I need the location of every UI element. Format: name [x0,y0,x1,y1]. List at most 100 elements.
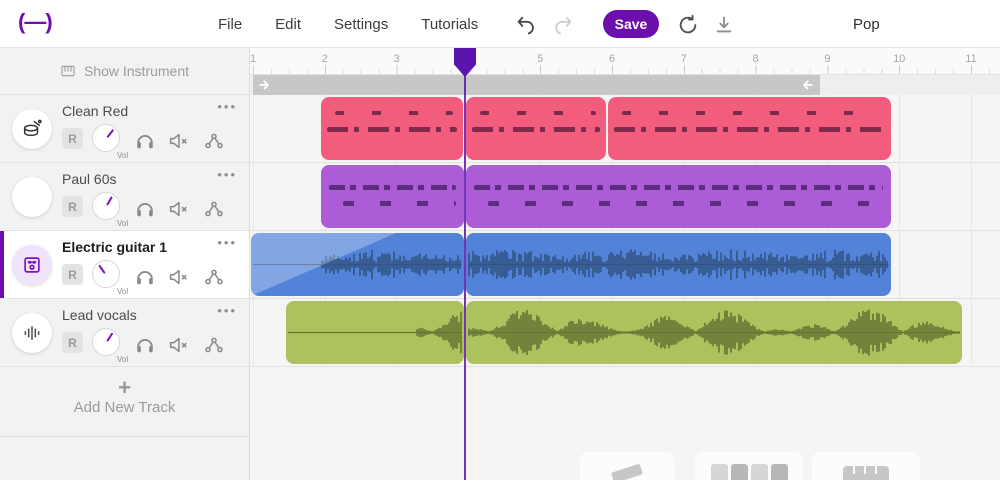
drum-pads-icon [711,464,788,480]
ruler-bar-label: 9 [824,53,830,65]
redo-icon[interactable] [552,14,574,36]
undo-icon[interactable] [515,14,537,36]
menu-edit[interactable]: Edit [275,16,301,33]
menu-tutorials[interactable]: Tutorials [421,16,478,33]
track-name[interactable]: Lead vocals [62,307,137,323]
ruler[interactable]: 1234567891011 [250,48,1000,75]
instrument-card-drum-pads[interactable] [695,452,803,480]
app-logo[interactable]: (—) [18,9,52,35]
plus-icon: + [0,367,249,399]
automation-icon[interactable] [203,198,225,220]
record-arm-button[interactable]: R [62,196,83,217]
ruler-bar-label: 2 [322,53,328,65]
midi-clip[interactable] [466,97,606,160]
piano-keyboard-icon [60,63,76,79]
add-new-track-label: Add New Track [74,399,176,416]
scroll-right-arrow-icon[interactable] [258,78,272,92]
menu-settings[interactable]: Settings [334,16,388,33]
lane-electric-guitar[interactable] [250,231,1000,299]
audio-clip[interactable] [251,233,464,296]
volume-knob[interactable] [92,124,120,152]
record-arm-button[interactable]: R [62,332,83,353]
headphones-icon[interactable] [134,198,156,220]
midi-clip[interactable] [608,97,891,160]
track-name[interactable]: Paul 60s [62,171,116,187]
version-history-icon[interactable] [677,14,699,36]
midi-clip[interactable] [321,97,463,160]
ruler-bar-label: 1 [250,53,256,65]
scroll-strip[interactable] [250,75,1000,95]
keyboard-icon [843,466,889,480]
more-options-dots[interactable]: ••• [217,99,237,114]
instrument-card-keyboard[interactable] [812,452,920,480]
audio-clip[interactable] [466,301,962,364]
timeline: 1234567891011 [250,48,1000,480]
mute-icon[interactable] [167,334,189,356]
headphones-icon[interactable] [134,266,156,288]
ruler-bar-label: 5 [537,53,543,65]
headphones-icon[interactable] [134,130,156,152]
audio-clip[interactable] [286,301,464,364]
automation-icon[interactable] [203,130,225,152]
download-icon[interactable] [713,14,735,36]
playhead-line [464,47,466,480]
workspace: 1234567891011 [0,48,1000,480]
lane-paul-60s[interactable] [250,163,1000,231]
guitar-pick-icon [611,464,643,480]
menu-file[interactable]: File [218,16,242,33]
audio-clip[interactable] [466,233,891,296]
horizontal-scrollbar[interactable] [253,75,820,95]
more-options-dots[interactable]: ••• [217,303,237,318]
midi-clip[interactable] [466,165,891,228]
midi-clip[interactable] [321,165,464,228]
ruler-bar-label: 3 [394,53,400,65]
instrument-card-guitar[interactable] [580,452,674,480]
vol-label: Vol [117,151,128,160]
automation-icon[interactable] [203,334,225,356]
more-options-dots[interactable]: ••• [217,167,237,182]
mute-icon[interactable] [167,130,189,152]
track-row-electric-guitar[interactable]: Electric guitar 1 ••• R Vol [0,231,249,299]
instrument-avatar-blank[interactable] [12,177,52,217]
automation-icon[interactable] [203,266,225,288]
add-new-track-button[interactable]: + Add New Track [0,367,249,437]
more-options-dots[interactable]: ••• [217,235,237,250]
headphones-icon[interactable] [134,334,156,356]
volume-knob[interactable] [92,260,120,288]
track-row-paul-60s[interactable]: Paul 60s ••• R Vol [0,163,249,231]
track-row-lead-vocals[interactable]: Lead vocals ••• R Vol [0,299,249,367]
record-arm-button[interactable]: R [62,264,83,285]
scroll-left-arrow-icon[interactable] [800,78,814,92]
vocal-waveform-icon[interactable] [12,313,52,353]
mute-icon[interactable] [167,198,189,220]
lane-lead-vocals[interactable] [250,299,1000,367]
lane-clean-red[interactable] [250,95,1000,163]
vol-label: Vol [117,355,128,364]
vol-label: Vol [117,287,128,296]
volume-knob[interactable] [92,192,120,220]
show-instrument-toggle[interactable]: Show Instrument [0,48,249,95]
ruler-bar-label: 11 [965,53,976,65]
record-arm-button[interactable]: R [62,128,83,149]
vol-label: Vol [117,219,128,228]
ruler-major-ticks [250,65,1000,74]
track-sidebar: Show Instrument Clean Red ••• R Vol [0,48,250,480]
top-bar: (—) File Edit Settings Tutorials Save Po… [0,0,1000,48]
bottom-panel [250,367,1000,480]
volume-knob[interactable] [92,328,120,356]
show-instrument-label: Show Instrument [84,63,189,79]
track-row-clean-red[interactable]: Clean Red ••• R Vol [0,95,249,163]
ruler-bar-label: 7 [681,53,687,65]
track-name[interactable]: Electric guitar 1 [62,239,167,255]
ruler-bar-label: 6 [609,53,615,65]
main-menu: File Edit Settings Tutorials [218,16,478,33]
mute-icon[interactable] [167,266,189,288]
save-button[interactable]: Save [603,10,659,38]
track-lanes [250,95,1000,367]
drum-kit-icon[interactable] [12,109,52,149]
ruler-bar-label: 10 [893,53,905,65]
ruler-bar-label: 8 [753,53,759,65]
genre-label[interactable]: Pop [853,16,880,33]
guitar-amp-icon[interactable] [12,245,52,285]
track-name[interactable]: Clean Red [62,103,128,119]
